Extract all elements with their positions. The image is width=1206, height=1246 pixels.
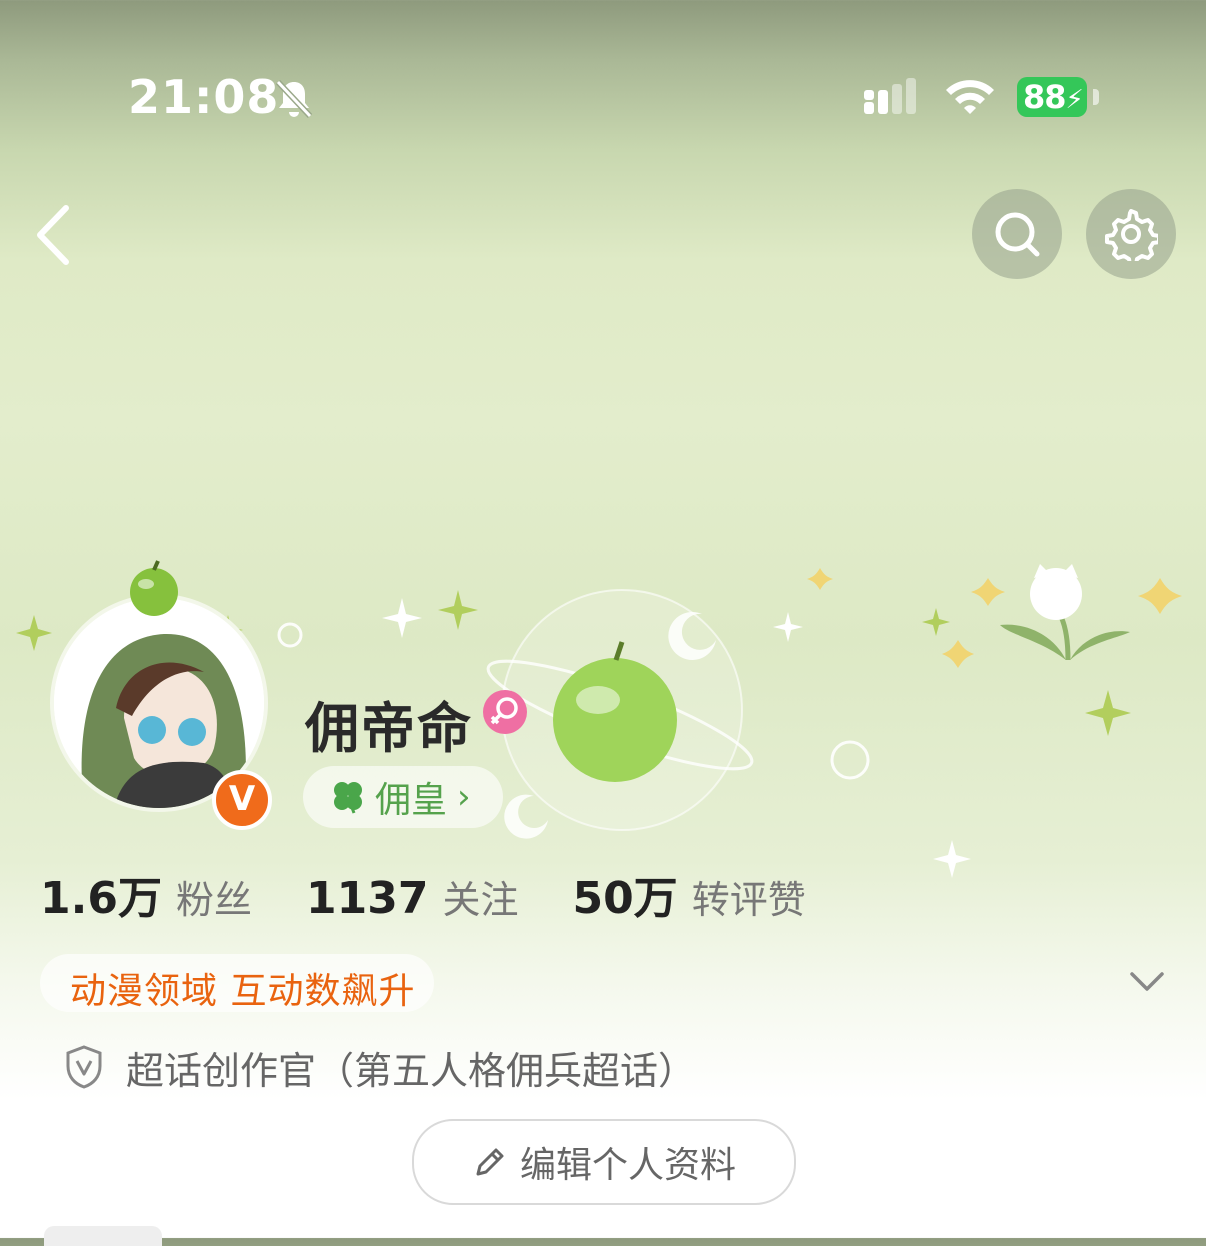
pencil-icon [476, 1148, 504, 1176]
user-tag-label: 佣皇 [375, 780, 448, 821]
settings-button[interactable] [1086, 189, 1176, 279]
battery-cap [1093, 89, 1099, 105]
cellular-signal-icon [864, 78, 916, 114]
stat-followers[interactable]: 1.6万 粉丝 [40, 862, 252, 926]
gear-icon [1105, 209, 1158, 261]
verification-text: 超话创作官（第五人格佣兵超话） [126, 1049, 697, 1093]
clover-icon [334, 782, 362, 814]
edit-profile-button[interactable]: 编辑个人资料 [412, 1119, 796, 1205]
user-tag-button[interactable]: 佣皇 › [303, 766, 503, 828]
wifi-icon [946, 80, 994, 114]
bell-muted-icon [275, 79, 313, 119]
chevron-right-icon: › [457, 777, 471, 817]
status-time: 21:08 [128, 70, 280, 124]
stat-following[interactable]: 1137 关注 [306, 869, 518, 924]
stat-label: 关注 [442, 878, 519, 922]
tab-indicator [44, 1226, 162, 1246]
stat-value: 1.6万 [40, 873, 162, 924]
apple-icon [130, 560, 178, 616]
chevron-left-icon[interactable] [30, 200, 80, 270]
edit-profile-label: 编辑个人资料 [519, 1145, 736, 1186]
gender-female-icon [483, 690, 527, 734]
stat-value: 50万 [572, 873, 678, 924]
stat-label: 粉丝 [175, 878, 252, 922]
chevron-down-icon[interactable] [1128, 968, 1166, 996]
search-button[interactable] [972, 189, 1062, 279]
stat-label: 转评赞 [691, 878, 806, 922]
verified-badge: V [212, 770, 272, 830]
profile-stats: 1.6万 粉丝 1137 关注 50万 转评赞 [40, 862, 860, 926]
search-icon [995, 212, 1040, 257]
hot-badge-label: 动漫领域 互动数飙升 [70, 971, 416, 1012]
stat-likes[interactable]: 50万 转评赞 [572, 862, 805, 926]
shield-v-icon [66, 1045, 102, 1089]
stat-value: 1137 [305, 873, 429, 924]
username: 佣帝命 [305, 697, 473, 760]
battery-indicator: 88⚡ [1017, 77, 1087, 117]
